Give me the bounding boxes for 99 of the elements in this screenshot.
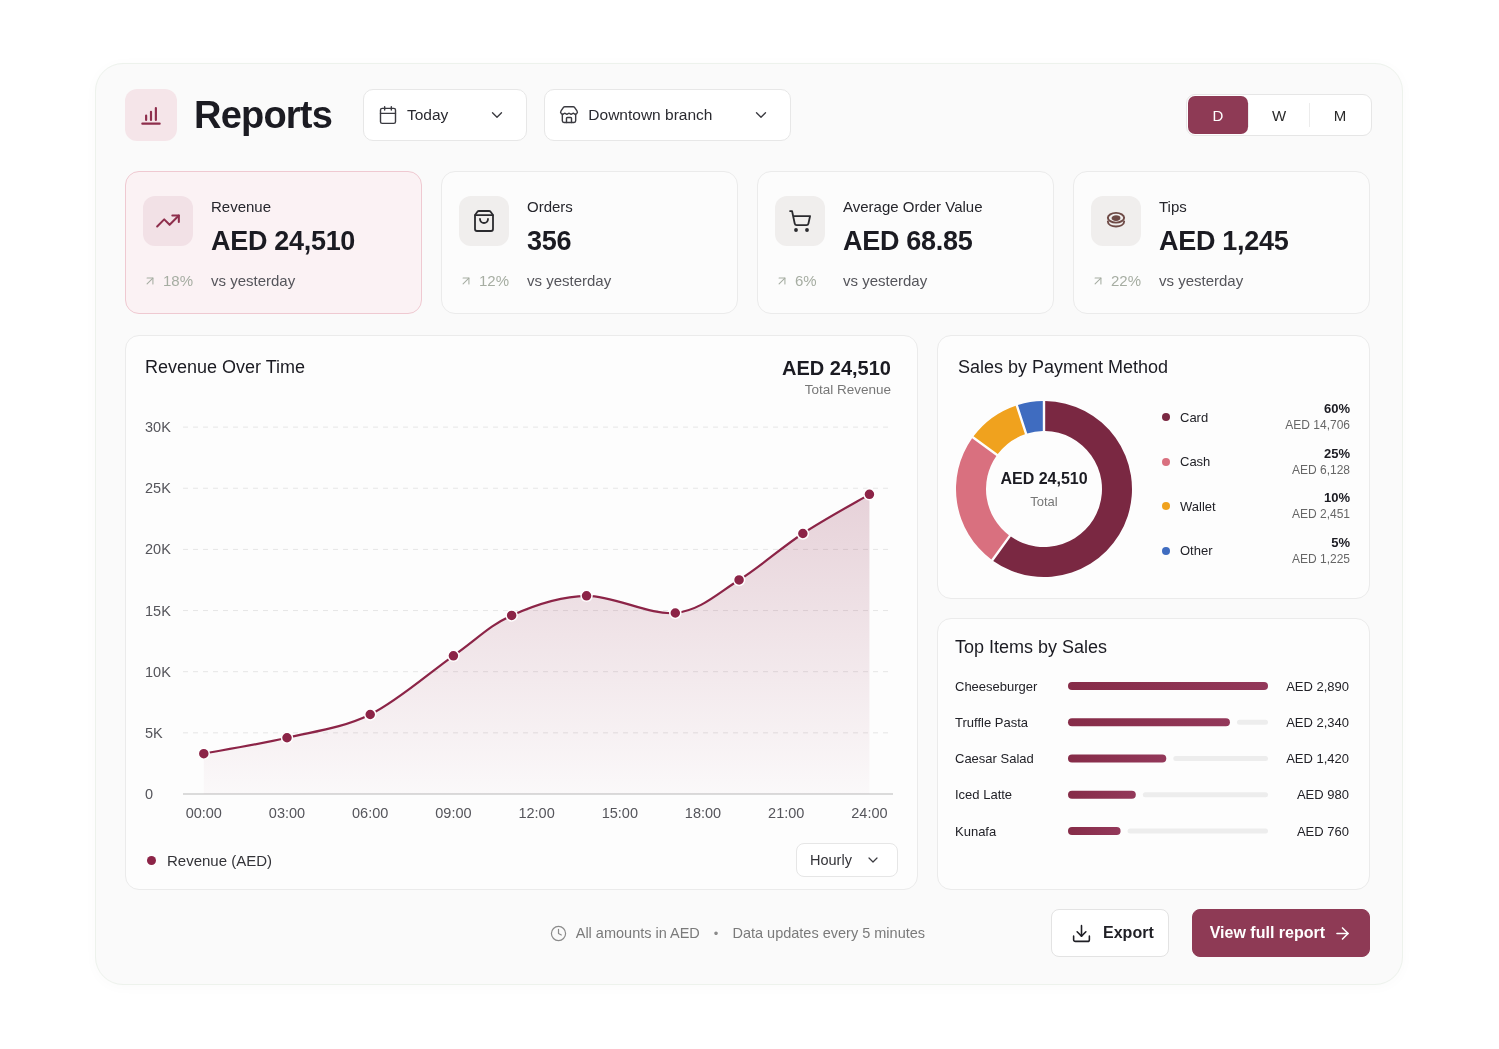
shopping-bag-icon xyxy=(459,196,509,246)
kpi-label: Revenue xyxy=(211,198,273,216)
item-name: Kunafa xyxy=(955,823,997,839)
clock-icon xyxy=(549,924,567,942)
download-icon xyxy=(1071,922,1093,944)
footer-note: Data updates every 5 minutes xyxy=(732,925,926,941)
page-title: Reports xyxy=(194,93,332,138)
amount-value: AED 2,451 xyxy=(1291,506,1350,522)
panel-title: Sales by Payment Method xyxy=(958,356,1170,378)
total-value: AED 24,510 xyxy=(782,356,891,380)
data-point xyxy=(732,573,746,587)
kpi-value: AED 68.85 xyxy=(843,225,974,257)
item-amount: AED 2,340 xyxy=(1286,714,1349,730)
axis-label: 5K xyxy=(145,724,163,741)
footer-note: All amounts in AED xyxy=(575,925,700,941)
axis-label: 00:00 xyxy=(185,805,222,821)
amount-value: AED 6,128 xyxy=(1291,461,1350,478)
axis-label: 20K xyxy=(145,541,171,558)
comparison-text: vs yesterday xyxy=(1159,272,1245,290)
item-name: Truffle Pasta xyxy=(955,714,1028,730)
data-point xyxy=(363,708,377,721)
legend-label: Card xyxy=(1180,409,1210,425)
data-point xyxy=(280,731,294,744)
data-point xyxy=(505,609,518,622)
kpi-label: Average Order Value xyxy=(843,198,984,216)
data-point xyxy=(796,527,810,540)
axis-label: 09:00 xyxy=(435,805,472,821)
percent-value: 60% xyxy=(1323,401,1350,417)
axis-label: 15K xyxy=(145,602,171,619)
axis-label: 0 xyxy=(145,786,154,802)
axis-label: 25K xyxy=(145,480,171,497)
panel-title: Top Items by Sales xyxy=(955,636,1109,658)
shopping-cart-icon xyxy=(775,196,825,246)
item-name: Iced Latte xyxy=(955,787,1013,803)
legend-label: Other xyxy=(1180,543,1214,558)
legend-label: Wallet xyxy=(1180,498,1217,514)
item-name: Caesar Salad xyxy=(955,751,1034,766)
amount-value: AED 14,706 xyxy=(1285,417,1350,433)
axis-label: 18:00 xyxy=(684,805,722,821)
data-point xyxy=(863,488,876,501)
axis-label: 03:00 xyxy=(268,805,306,821)
trend-up-icon xyxy=(143,196,193,246)
branch-dropdown[interactable]: Downtown branch xyxy=(544,89,792,141)
percent-value: 5% xyxy=(1331,534,1350,551)
item-amount: AED 980 xyxy=(1296,787,1349,803)
donut-center-value: AED 24,510 xyxy=(1000,468,1088,489)
view-report-button[interactable]: View full report xyxy=(1191,909,1370,957)
percent-value: 10% xyxy=(1323,490,1350,506)
legend-label: Revenue (AED) xyxy=(167,851,273,869)
data-point xyxy=(197,747,211,760)
period-tab[interactable]: M xyxy=(1310,96,1370,134)
change-percent: 6% xyxy=(795,272,817,290)
axis-label: 06:00 xyxy=(352,805,389,821)
kpi-value: AED 24,510 xyxy=(211,225,357,257)
sales-bar xyxy=(1068,790,1136,799)
data-point xyxy=(447,649,460,663)
comparison-text: vs yesterday xyxy=(843,272,929,290)
kpi-label: Orders xyxy=(527,198,574,216)
donut-center-label: Total xyxy=(1030,492,1058,510)
kpi-card[interactable]: Orders 356 12% vs yesterday xyxy=(441,171,738,314)
axis-label: 24:00 xyxy=(851,805,888,821)
period-tab[interactable]: W xyxy=(1249,96,1309,134)
legend-label: Cash xyxy=(1180,454,1212,469)
axis-label: 15:00 xyxy=(601,805,638,821)
kpi-value: 356 xyxy=(527,225,573,257)
bullet-separator: • xyxy=(713,925,719,941)
item-amount: AED 1,420 xyxy=(1286,751,1349,766)
kpi-card[interactable]: Revenue AED 24,510 18% vs yesterday xyxy=(125,171,422,314)
comparison-text: vs yesterday xyxy=(527,272,613,290)
coin-stack-icon xyxy=(1091,196,1141,246)
sales-bar xyxy=(1068,827,1121,835)
axis-label: 30K xyxy=(145,419,171,436)
item-name: Cheeseburger xyxy=(955,678,1038,694)
comparison-text: vs yesterday xyxy=(211,272,297,290)
calendar-icon xyxy=(378,105,398,125)
change-percent: 18% xyxy=(163,272,194,290)
panel-title: Revenue Over Time xyxy=(145,356,306,378)
item-amount: AED 760 xyxy=(1296,823,1349,839)
store-icon xyxy=(559,105,580,125)
kpi-card[interactable]: Tips AED 1,245 22% vs yesterday xyxy=(1073,171,1370,314)
total-label: Total Revenue xyxy=(804,381,891,398)
data-point xyxy=(580,589,593,603)
kpi-label: Tips xyxy=(1159,198,1188,216)
bar-chart-icon xyxy=(125,89,177,141)
axis-label: 21:00 xyxy=(768,805,805,821)
interval-dropdown[interactable]: Hourly xyxy=(796,843,898,877)
amount-value: AED 1,225 xyxy=(1291,550,1350,567)
export-button[interactable]: Export xyxy=(1051,909,1169,957)
kpi-value: AED 1,245 xyxy=(1159,225,1290,257)
change-percent: 12% xyxy=(479,272,510,290)
data-point xyxy=(669,606,682,620)
item-amount: AED 2,890 xyxy=(1286,678,1349,694)
axis-label: 10K xyxy=(145,663,171,680)
kpi-card[interactable]: Average Order Value AED 68.85 6% vs yesterday xyxy=(757,171,1054,314)
axis-label: 12:00 xyxy=(518,805,555,821)
period-tab[interactable]: D xyxy=(1188,96,1248,134)
percent-value: 25% xyxy=(1323,445,1350,462)
change-percent: 22% xyxy=(1111,272,1142,290)
date-dropdown[interactable]: Today xyxy=(363,89,528,141)
